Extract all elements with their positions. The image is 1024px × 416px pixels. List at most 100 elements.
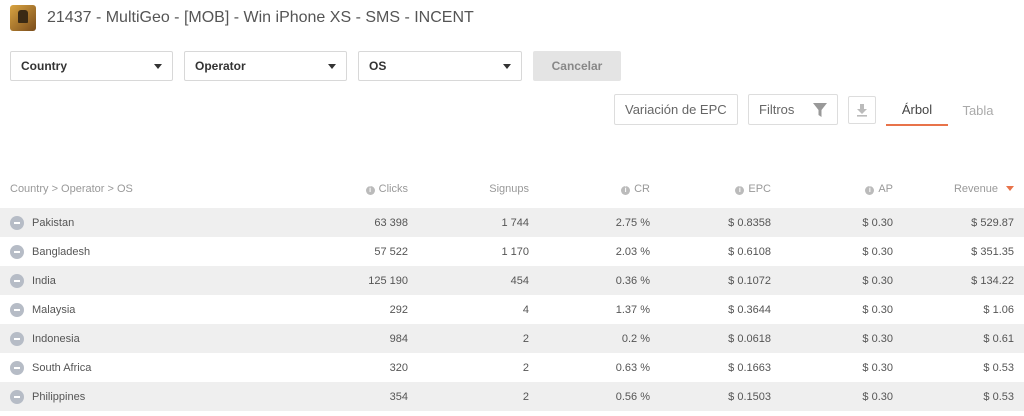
title-bar: 21437 - MultiGeo - [MOB] - Win iPhone XS…	[10, 5, 474, 31]
cr-cell: 0.36 %	[615, 274, 650, 287]
stats-table: Country > Operator > OS i Clicks Signups …	[0, 170, 1024, 411]
signups-cell: 1 744	[501, 216, 529, 229]
filters-button[interactable]: Filtros	[748, 94, 838, 125]
country-cell: Philippines	[0, 382, 300, 411]
tab-tree[interactable]: Árbol	[886, 94, 948, 126]
table-row[interactable]: Bangladesh 57 522 1 170 2.03 % $ 0.6108 …	[0, 237, 1024, 266]
table-header-row: Country > Operator > OS i Clicks Signups …	[0, 170, 1024, 208]
ap-cell: $ 0.30	[862, 245, 893, 258]
table-row[interactable]: Malaysia 292 4 1.37 % $ 0.3644 $ 0.30 $ …	[0, 295, 1024, 324]
column-header-epc[interactable]: i EPC	[660, 170, 781, 208]
country-name: Malaysia	[32, 303, 76, 316]
signups-cell: 4	[522, 303, 529, 316]
operator-select-label: Operator	[195, 59, 246, 73]
country-name: Bangladesh	[32, 245, 91, 258]
collapse-icon[interactable]	[10, 273, 24, 288]
table-row[interactable]: Pakistan 63 398 1 744 2.75 % $ 0.8358 $ …	[0, 208, 1024, 237]
epc-variation-button[interactable]: Variación de EPC	[614, 94, 738, 125]
signups-cell: 1 170	[501, 245, 529, 258]
clicks-cell: 125 190	[368, 274, 408, 287]
trophy-app-icon	[10, 5, 36, 31]
info-icon: i	[621, 186, 631, 195]
cr-cell: 2.75 %	[615, 216, 650, 229]
revenue-cell: $ 1.06	[983, 303, 1014, 316]
clicks-cell: 320	[389, 361, 408, 374]
os-select[interactable]: OS	[358, 51, 522, 81]
revenue-cell: $ 134.22	[971, 274, 1014, 287]
revenue-cell: $ 351.35	[971, 245, 1014, 258]
chevron-down-icon	[503, 63, 511, 69]
page-title: 21437 - MultiGeo - [MOB] - Win iPhone XS…	[47, 9, 474, 26]
column-header-signups[interactable]: Signups	[418, 170, 539, 208]
column-header-revenue-label: Revenue	[953, 183, 998, 195]
filters-button-label: Filtros	[759, 102, 795, 117]
country-cell: Indonesia	[0, 324, 300, 353]
collapse-icon[interactable]	[10, 302, 24, 317]
clicks-cell: 57 522	[374, 245, 408, 258]
ap-cell: $ 0.30	[862, 332, 893, 345]
revenue-cell: $ 0.61	[983, 332, 1014, 345]
signups-cell: 2	[522, 332, 529, 345]
table-row[interactable]: Indonesia 984 2 0.2 % $ 0.0618 $ 0.30 $ …	[0, 324, 1024, 353]
cr-cell: 0.2 %	[621, 332, 650, 345]
epc-cell: $ 0.1503	[728, 390, 771, 403]
cr-cell: 2.03 %	[615, 245, 650, 258]
country-cell: Malaysia	[0, 295, 300, 324]
download-icon	[857, 104, 867, 117]
country-name: Pakistan	[32, 216, 75, 229]
collapse-icon[interactable]	[10, 360, 24, 375]
country-select-label: Country	[21, 59, 67, 73]
epc-cell: $ 0.0618	[728, 332, 771, 345]
collapse-icon[interactable]	[10, 215, 24, 230]
column-header-epc-label: EPC	[748, 183, 771, 195]
epc-cell: $ 0.1663	[728, 361, 771, 374]
revenue-cell: $ 529.87	[971, 216, 1014, 229]
chevron-down-icon	[328, 63, 336, 69]
info-icon: i	[365, 186, 375, 195]
column-header-ap-label: AP	[878, 183, 893, 195]
funnel-icon	[813, 103, 827, 117]
download-button[interactable]	[848, 96, 876, 124]
column-header-clicks-label: Clicks	[378, 183, 408, 195]
cancel-button[interactable]: Cancelar	[533, 51, 621, 81]
country-cell: South Africa	[0, 353, 300, 382]
country-name: India	[32, 274, 56, 287]
ap-cell: $ 0.30	[862, 274, 893, 287]
epc-cell: $ 0.6108	[728, 245, 771, 258]
tab-table[interactable]: Tabla	[948, 94, 1008, 126]
signups-cell: 454	[510, 274, 529, 287]
epc-cell: $ 0.1072	[728, 274, 771, 287]
column-header-clicks[interactable]: i Clicks	[300, 170, 418, 208]
column-header-cr[interactable]: i CR	[539, 170, 660, 208]
chevron-down-icon	[154, 63, 162, 69]
cr-cell: 0.56 %	[615, 390, 650, 403]
cr-cell: 1.37 %	[615, 303, 650, 316]
country-name: South Africa	[32, 361, 92, 374]
collapse-icon[interactable]	[10, 244, 24, 259]
revenue-cell: $ 0.53	[983, 361, 1014, 374]
os-select-label: OS	[369, 59, 387, 73]
column-header-revenue[interactable]: Revenue	[903, 170, 1024, 208]
signups-cell: 2	[522, 390, 529, 403]
country-select[interactable]: Country	[10, 51, 173, 81]
country-name: Philippines	[32, 390, 86, 403]
clicks-cell: 63 398	[374, 216, 408, 229]
table-row[interactable]: South Africa 320 2 0.63 % $ 0.1663 $ 0.3…	[0, 353, 1024, 382]
column-header-dimension[interactable]: Country > Operator > OS	[0, 170, 300, 208]
table-row[interactable]: Philippines 354 2 0.56 % $ 0.1503 $ 0.30…	[0, 382, 1024, 411]
ap-cell: $ 0.30	[862, 216, 893, 229]
column-header-ap[interactable]: i AP	[781, 170, 903, 208]
ap-cell: $ 0.30	[862, 303, 893, 316]
table-row[interactable]: India 125 190 454 0.36 % $ 0.1072 $ 0.30…	[0, 266, 1024, 295]
column-header-cr-label: CR	[634, 183, 650, 195]
operator-select[interactable]: Operator	[184, 51, 347, 81]
signups-cell: 2	[522, 361, 529, 374]
revenue-cell: $ 0.53	[983, 390, 1014, 403]
ap-cell: $ 0.30	[862, 361, 893, 374]
collapse-icon[interactable]	[10, 331, 24, 346]
collapse-icon[interactable]	[10, 389, 24, 404]
country-name: Indonesia	[32, 332, 80, 345]
sort-desc-icon	[1006, 186, 1014, 191]
info-icon: i	[735, 186, 745, 195]
clicks-cell: 292	[389, 303, 408, 316]
